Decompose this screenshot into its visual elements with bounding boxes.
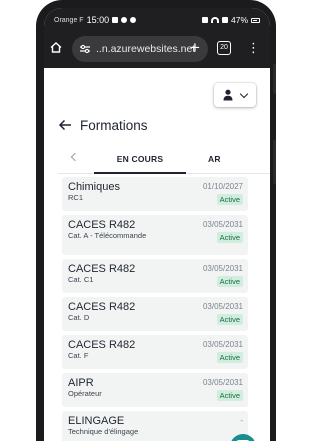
formation-card[interactable]: CACES R482 Cat. D 03/05/2031 Active: [62, 297, 248, 331]
chevron-down-icon: [239, 89, 249, 99]
phone-volume-button: [273, 64, 276, 94]
expiry-date: 03/05/2031: [202, 302, 243, 311]
status-dot-icon: [130, 17, 137, 23]
tab-bar: EN COURS AR: [58, 148, 270, 174]
vibrate-icon: [201, 17, 208, 23]
status-badge: Active: [216, 352, 243, 363]
formation-name: AIPR: [68, 377, 94, 389]
formation-card[interactable]: Chimiques RC1 01/10/2027 Active: [62, 177, 248, 211]
carrier-label: Orange F: [54, 16, 84, 24]
formation-name: ELINGAGE: [68, 415, 125, 427]
notification-icon: [112, 17, 119, 23]
tab-archive[interactable]: AR: [208, 154, 221, 164]
user-menu-button[interactable]: [214, 83, 256, 107]
status-badge: Active: [216, 314, 243, 325]
tab-en-cours[interactable]: EN COURS: [94, 154, 186, 174]
chevron-left-icon[interactable]: [70, 152, 80, 162]
battery-percent: 47%: [230, 15, 248, 25]
status-time: 15:00: [86, 15, 110, 25]
expiry-date: 03/05/2031: [202, 340, 243, 349]
formation-name: CACES R482: [68, 301, 136, 313]
expiry-date: 01/10/2027: [202, 182, 243, 191]
tab-switcher-button[interactable]: 20: [217, 41, 231, 55]
formation-card[interactable]: CACES R482 Cat. F 03/05/2031 Active: [62, 335, 248, 369]
formation-card[interactable]: CACES R482 Cat. C1 03/05/2031 Active: [62, 259, 248, 293]
status-badge: Active: [216, 194, 243, 205]
formation-card[interactable]: ELINGAGE Technique d'élingage -: [62, 411, 248, 441]
more-menu-icon[interactable]: ⋮: [247, 38, 260, 58]
expiry-date: 03/05/2031: [202, 220, 243, 229]
formation-name: Chimiques: [68, 181, 120, 193]
url-text: ..n.azurewebsites.net: [96, 43, 196, 55]
formation-category: Cat. A - Télécommande: [68, 231, 147, 240]
home-icon[interactable]: [50, 42, 62, 53]
formation-category: Technique d'élingage: [68, 427, 139, 436]
formation-name: CACES R482: [68, 219, 136, 231]
status-badge: Active: [216, 276, 243, 287]
status-badge: Active: [216, 390, 243, 401]
formation-card[interactable]: AIPR Opérateur 03/05/2031 Active: [62, 373, 248, 407]
settings-status-icon: [121, 17, 128, 23]
person-icon: [223, 89, 233, 101]
formation-category: RC1: [68, 193, 84, 202]
site-settings-icon[interactable]: [80, 44, 90, 54]
phone-power-button: [273, 140, 276, 184]
formation-name: CACES R482: [68, 263, 136, 275]
formations-list: Chimiques RC1 01/10/2027 Active CACES R4…: [62, 177, 248, 441]
expiry-date: -: [240, 416, 243, 425]
back-arrow-icon[interactable]: [58, 118, 72, 132]
formation-category: Cat. C1: [68, 275, 94, 284]
status-bar: Orange F 15:00 47%: [44, 8, 270, 30]
page-content: Formations EN COURS AR Chimiques RC1 01/…: [44, 68, 270, 441]
formation-name: CACES R482: [68, 339, 136, 351]
formation-category: Opérateur: [68, 389, 102, 398]
address-bar[interactable]: ..n.azurewebsites.net: [72, 36, 208, 62]
expiry-date: 03/05/2031: [202, 264, 243, 273]
wifi-icon: [210, 17, 219, 23]
formation-card[interactable]: CACES R482 Cat. A - Télécommande 03/05/2…: [62, 215, 248, 255]
page-title: Formations: [80, 118, 148, 133]
expiry-date: 03/05/2031: [202, 378, 243, 387]
browser-toolbar: ..n.azurewebsites.net + 20 ⋮: [44, 30, 270, 68]
formation-category: Cat. F: [68, 351, 89, 360]
signal-icon: [221, 17, 228, 23]
new-tab-icon[interactable]: +: [190, 39, 200, 56]
battery-icon: [251, 17, 260, 23]
phone-screen: Orange F 15:00 47% ..n.azurewebsites.net: [44, 8, 270, 441]
status-badge: Active: [216, 232, 243, 243]
formation-category: Cat. D: [68, 313, 90, 322]
